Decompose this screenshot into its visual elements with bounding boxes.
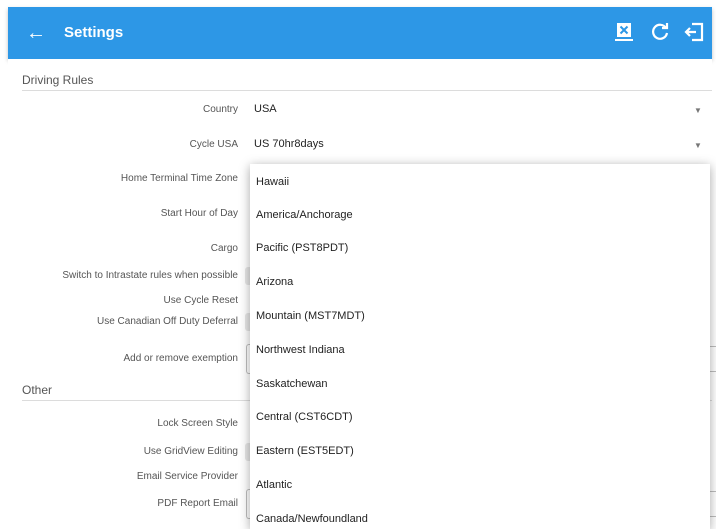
pdf-email-label: PDF Report Email bbox=[157, 498, 238, 509]
cycle-reset-label: Use Cycle Reset bbox=[163, 295, 238, 306]
timezone-option[interactable]: Mountain (MST7MDT) bbox=[256, 310, 365, 322]
page-title: Settings bbox=[64, 24, 124, 41]
timezone-option[interactable]: Central (CST6CDT) bbox=[256, 411, 353, 423]
cycle-label: Cycle USA bbox=[189, 139, 238, 150]
section-other: Other bbox=[22, 383, 53, 397]
timezone-option[interactable]: Hawaii bbox=[256, 176, 289, 188]
canadian-off-label: Use Canadian Off Duty Deferral bbox=[97, 316, 238, 327]
timezone-option[interactable]: Northwest Indiana bbox=[256, 344, 345, 356]
timezone-dropdown: Hawaii America/Anchorage Pacific (PST8PD… bbox=[250, 164, 710, 529]
country-select[interactable]: USA bbox=[254, 103, 277, 115]
cargo-label: Cargo bbox=[210, 243, 238, 254]
logout-icon[interactable] bbox=[682, 20, 706, 44]
cycle-select[interactable]: US 70hr8days bbox=[254, 138, 324, 150]
timezone-option[interactable]: Arizona bbox=[256, 276, 293, 288]
intrastate-label: Switch to Intrastate rules when possible bbox=[62, 270, 238, 281]
back-arrow-icon[interactable]: ← bbox=[26, 21, 46, 45]
chevron-down-icon[interactable]: ▼ bbox=[694, 141, 702, 150]
timezone-option[interactable]: America/Anchorage bbox=[256, 209, 353, 221]
section-divider bbox=[22, 90, 712, 91]
timezone-option[interactable]: Atlantic bbox=[256, 479, 292, 491]
exemption-label: Add or remove exemption bbox=[123, 353, 238, 364]
lock-screen-label: Lock Screen Style bbox=[157, 418, 238, 429]
timezone-option[interactable]: Saskatchewan bbox=[256, 378, 328, 390]
timezone-option[interactable]: Eastern (EST5EDT) bbox=[256, 445, 354, 457]
app-bar: ← Settings bbox=[8, 7, 712, 59]
timezone-option[interactable]: Pacific (PST8PDT) bbox=[256, 242, 348, 254]
start-hour-label: Start Hour of Day bbox=[160, 208, 238, 219]
country-label: Country bbox=[202, 104, 238, 115]
export-icon[interactable] bbox=[612, 20, 636, 44]
email-provider-label: Email Service Provider bbox=[136, 471, 238, 482]
chevron-down-icon[interactable]: ▼ bbox=[694, 106, 702, 115]
refresh-icon[interactable] bbox=[648, 20, 672, 44]
section-driving-rules: Driving Rules bbox=[22, 73, 94, 87]
home-tz-label: Home Terminal Time Zone bbox=[120, 173, 238, 184]
timezone-option[interactable]: Canada/Newfoundland bbox=[256, 513, 368, 525]
gridview-label: Use GridView Editing bbox=[143, 446, 238, 457]
